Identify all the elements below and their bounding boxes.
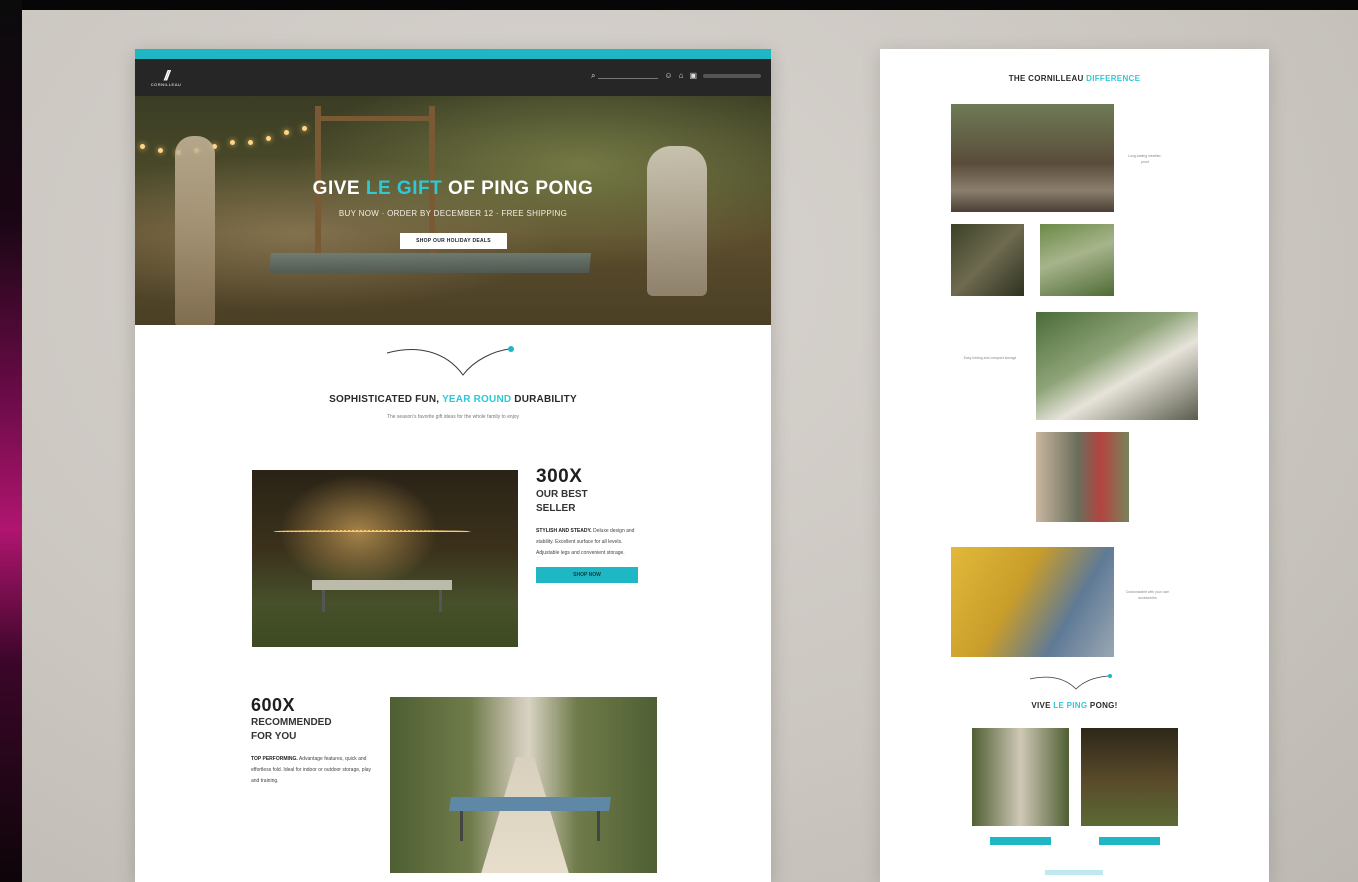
product-1-text: 300X OUR BEST SELLER STYLISH AND STEADY. … bbox=[536, 466, 640, 583]
difference-photo-cleaning[interactable] bbox=[951, 547, 1114, 657]
search-input[interactable] bbox=[598, 73, 659, 79]
cart-icon[interactable]: ▣ bbox=[689, 72, 697, 80]
cart-summary[interactable] bbox=[703, 74, 761, 78]
brand-logo-mark: // bbox=[164, 66, 170, 83]
difference-photo-kids[interactable] bbox=[1040, 224, 1114, 296]
hero-photo-person bbox=[647, 146, 707, 296]
footer-cta-button-1[interactable] bbox=[990, 837, 1051, 845]
footer-title: VIVE LE PING PONG! bbox=[1031, 701, 1118, 710]
hero-photo-person bbox=[175, 136, 215, 325]
section-title-accent: YEAR ROUND bbox=[442, 394, 512, 405]
photo-table-legs bbox=[322, 590, 442, 612]
hero-photo-table bbox=[268, 253, 592, 273]
product-1-description: STYLISH AND STEADY. Deluxe design and st… bbox=[536, 528, 635, 556]
screenshot-stage: // CORNILLEAU ⌕ ☺ ⌂ ▣ GIVE LE GIFT OF PI… bbox=[0, 0, 1358, 882]
product-feature-1: 300X OUR BEST SELLER STYLISH AND STEADY. … bbox=[252, 466, 640, 654]
product-1-cta-button[interactable]: SHOP NOW bbox=[536, 567, 638, 583]
footer-photo-road[interactable] bbox=[972, 728, 1069, 826]
product-2-label: RECOMMENDED FOR YOU bbox=[251, 717, 332, 742]
desktop-mockup: // CORNILLEAU ⌕ ☺ ⌂ ▣ GIVE LE GIFT OF PI… bbox=[135, 49, 771, 882]
product-2-description: TOP PERFORMING. Advantage features, quic… bbox=[251, 756, 371, 784]
difference-photo-deck[interactable] bbox=[951, 104, 1114, 212]
product-2-photo[interactable] bbox=[390, 697, 657, 873]
footer-photo-night[interactable] bbox=[1081, 728, 1178, 826]
product-2-text: 600X RECOMMENDED FOR YOU TOP PERFORMING. … bbox=[251, 695, 371, 787]
difference-photo-play[interactable] bbox=[1036, 312, 1198, 420]
nav-actions: ⌕ ☺ ⌂ ▣ bbox=[591, 72, 761, 80]
difference-photo-hands[interactable] bbox=[951, 224, 1024, 296]
photo-table bbox=[312, 580, 452, 590]
caption-custom: Customizable with your own accessories bbox=[1125, 590, 1170, 600]
site-nav: // CORNILLEAU ⌕ ☺ ⌂ ▣ bbox=[135, 59, 771, 96]
difference-photo-accessory[interactable] bbox=[1036, 432, 1129, 522]
footer-title-accent: LE PING bbox=[1053, 701, 1088, 710]
footer-cta-button-2[interactable] bbox=[1099, 837, 1160, 845]
location-icon[interactable]: ⌂ bbox=[679, 72, 684, 80]
difference-title-accent: DIFFERENCE bbox=[1086, 74, 1141, 83]
hero-title: GIVE LE GIFT OF PING PONG bbox=[312, 178, 594, 199]
left-edge-strip bbox=[0, 0, 22, 882]
hero-banner: GIVE LE GIFT OF PING PONG BUY NOW · ORDE… bbox=[135, 96, 771, 325]
hero-string-lights bbox=[140, 126, 340, 166]
swoosh-divider-icon bbox=[386, 346, 514, 376]
hero-subtitle: BUY NOW · ORDER BY DECEMBER 12 · FREE SH… bbox=[338, 209, 568, 218]
brand-logo-text: CORNILLEAU bbox=[150, 81, 182, 87]
product-feature-2: 600X RECOMMENDED FOR YOU TOP PERFORMING. … bbox=[251, 691, 657, 873]
mobile-mockup: THE CORNILLEAU DIFFERENCE Long-lasting w… bbox=[880, 49, 1269, 882]
section-title: SOPHISTICATED FUN, YEAR ROUND DURABILITY bbox=[329, 394, 577, 405]
caption-weather: Long-lasting weather-proof bbox=[1128, 154, 1162, 164]
product-1-photo[interactable] bbox=[252, 470, 518, 647]
nav-search[interactable]: ⌕ bbox=[590, 71, 659, 80]
section-heading: SOPHISTICATED FUN, YEAR ROUND DURABILITY… bbox=[135, 325, 771, 435]
footer-link[interactable] bbox=[1045, 870, 1103, 875]
product-1-label: OUR BEST SELLER bbox=[536, 489, 588, 514]
accent-bar bbox=[135, 49, 771, 59]
section-subtitle: The season's favorite gift ideas for the… bbox=[386, 414, 520, 420]
brand-logo[interactable]: // CORNILLEAU bbox=[143, 65, 189, 91]
photo-lights bbox=[272, 530, 472, 533]
top-bar bbox=[0, 0, 1358, 10]
hero-cta-button[interactable]: SHOP OUR HOLIDAY DEALS bbox=[400, 233, 507, 249]
difference-title: THE CORNILLEAU DIFFERENCE bbox=[1008, 74, 1141, 83]
product-2-stat: 600X bbox=[251, 695, 296, 715]
account-icon[interactable]: ☺ bbox=[664, 72, 672, 80]
product-1-stat: 300X bbox=[536, 466, 583, 487]
hero-title-accent: LE GIFT bbox=[365, 178, 443, 199]
swoosh-divider-icon bbox=[1029, 674, 1112, 690]
caption-folding: Easy folding and compact storage bbox=[963, 356, 1017, 360]
photo-table-legs bbox=[460, 811, 600, 841]
search-icon: ⌕ bbox=[590, 71, 596, 80]
photo-table bbox=[449, 797, 611, 811]
